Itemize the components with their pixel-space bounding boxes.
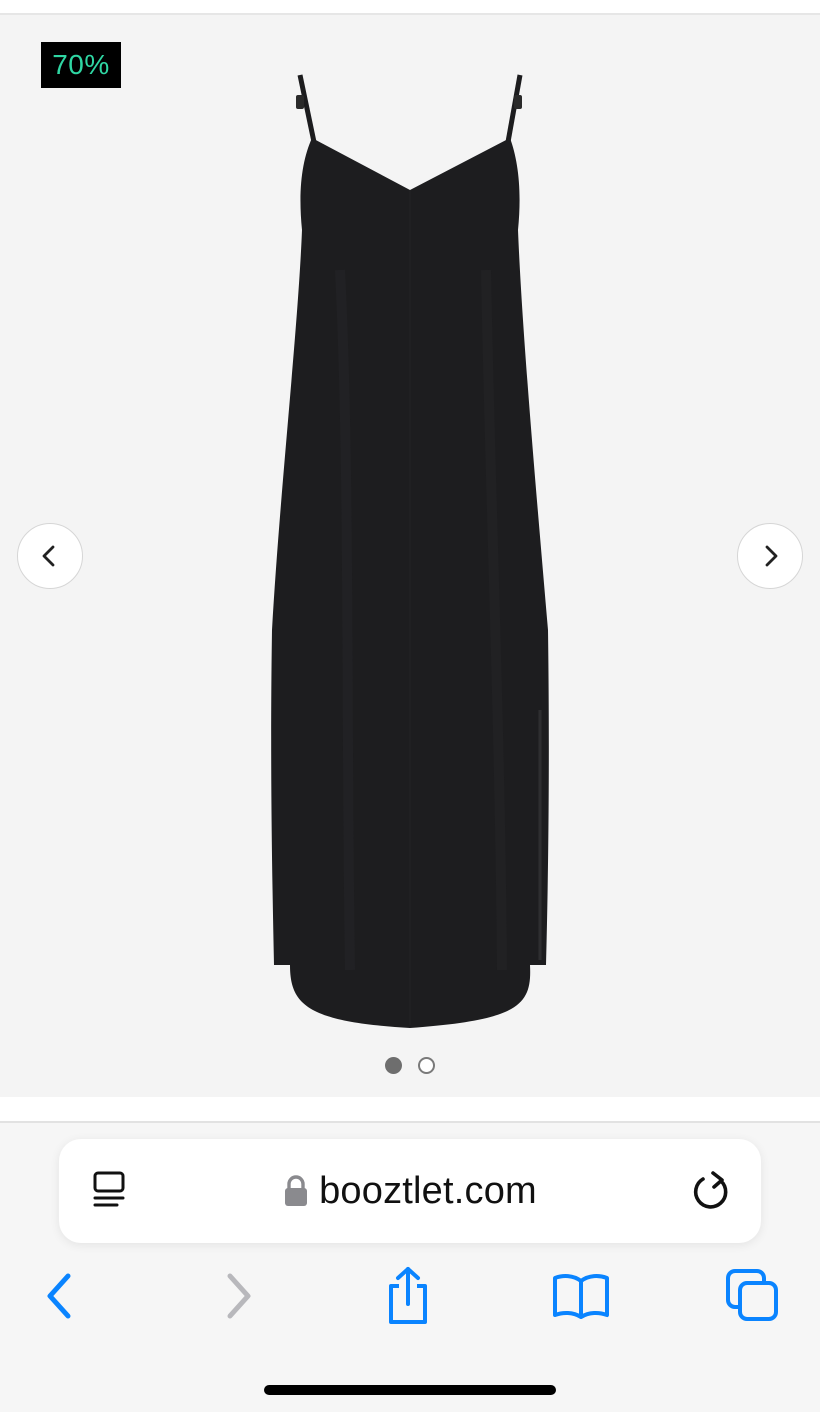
browser-bottom-bar: booztlet.com (0, 1123, 820, 1412)
gallery-prev-button[interactable] (17, 523, 83, 589)
address-bar[interactable]: booztlet.com (59, 1139, 761, 1243)
share-button[interactable] (373, 1261, 443, 1331)
back-arrow-icon (47, 1273, 71, 1319)
chevron-right-icon (765, 545, 778, 567)
gallery-next-button[interactable] (737, 523, 803, 589)
product-image-gallery[interactable]: 70% (0, 15, 820, 1097)
product-image[interactable] (250, 70, 570, 1055)
bookmarks-button[interactable] (546, 1261, 616, 1331)
lock-icon (285, 1175, 308, 1206)
discount-badge: 70% (41, 42, 121, 88)
gallery-pagination (0, 1057, 820, 1075)
share-icon (389, 1267, 427, 1324)
reload-icon[interactable] (687, 1167, 735, 1215)
browser-toolbar (0, 1261, 820, 1331)
pagination-dot-2[interactable] (418, 1057, 435, 1074)
bookmarks-icon (553, 1274, 609, 1319)
forward-arrow-icon (227, 1273, 251, 1319)
back-button[interactable] (25, 1261, 95, 1331)
url-text[interactable]: booztlet.com (319, 1170, 537, 1213)
pagination-dot-1[interactable] (385, 1057, 402, 1074)
forward-button[interactable] (203, 1261, 273, 1331)
tabs-button[interactable] (718, 1261, 788, 1331)
home-indicator (264, 1385, 556, 1395)
tabs-icon (726, 1269, 778, 1321)
chevron-left-icon (42, 545, 55, 567)
